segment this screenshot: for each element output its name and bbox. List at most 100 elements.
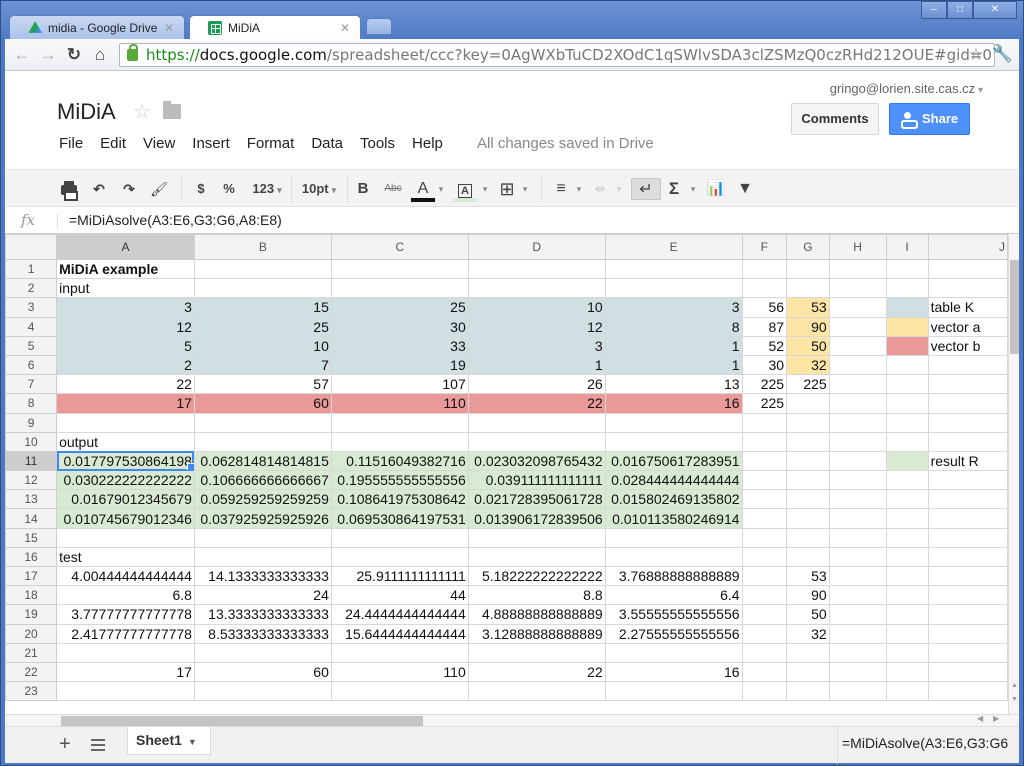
cell-h14[interactable] [828, 508, 887, 529]
cell-i14[interactable] [885, 508, 929, 529]
cell-j6[interactable] [927, 354, 1008, 376]
cell-d17[interactable]: 5.18222222222222 [467, 565, 606, 587]
wrap-text-button[interactable]: ↵ [631, 178, 661, 200]
cell-d2[interactable] [467, 278, 606, 299]
borders-button[interactable]: ⊞ [497, 178, 517, 200]
cell-e4[interactable]: 8 [604, 316, 743, 337]
cell-h8[interactable] [828, 393, 887, 414]
cell-i21[interactable] [885, 642, 929, 663]
row-header-7[interactable]: 7 [5, 374, 58, 395]
row-header-2[interactable]: 2 [5, 278, 58, 299]
cell-b9[interactable] [193, 412, 332, 433]
cell-g11[interactable] [786, 450, 830, 472]
cell-d10[interactable] [467, 431, 606, 452]
cell-b5[interactable]: 10 [193, 335, 332, 356]
cell-a9[interactable] [56, 412, 195, 433]
cell-f3[interactable]: 56 [741, 297, 788, 318]
cell-i13[interactable] [885, 489, 929, 510]
cell-e11[interactable]: 0.016750617283951 [604, 450, 743, 472]
cell-g13[interactable] [786, 489, 830, 510]
cell-h15[interactable] [828, 527, 887, 548]
cell-h3[interactable] [828, 297, 887, 318]
cell-i3[interactable] [885, 297, 929, 318]
cell-d14[interactable]: 0.013906172839506 [467, 508, 606, 529]
cell-h19[interactable] [828, 604, 887, 625]
row-header-14[interactable]: 14 [5, 508, 58, 529]
row-header-3[interactable]: 3 [5, 297, 58, 318]
cell-g19[interactable]: 50 [786, 604, 830, 625]
column-header-g[interactable]: G [786, 234, 830, 260]
cell-f9[interactable] [741, 412, 788, 433]
cell-d12[interactable]: 0.039111111111111 [467, 470, 606, 491]
cell-j18[interactable] [927, 585, 1008, 606]
cell-a5[interactable]: 5 [56, 335, 195, 356]
cell-j2[interactable] [927, 278, 1008, 299]
bookmark-star-icon[interactable]: ☆ [965, 45, 987, 65]
horizontal-scroll-thumb[interactable] [61, 716, 423, 726]
row-header-8[interactable]: 8 [5, 393, 58, 414]
account-menu[interactable]: gringo@lorien.site.cas.cz [830, 81, 983, 96]
cell-j21[interactable] [927, 642, 1008, 663]
cell-a14[interactable]: 0.010745679012346 [56, 508, 195, 529]
row-header-1[interactable]: 1 [5, 258, 58, 280]
cell-c22[interactable]: 110 [330, 661, 469, 683]
cell-i17[interactable] [885, 565, 929, 587]
cell-c10[interactable] [330, 431, 469, 452]
cell-b8[interactable]: 60 [193, 393, 332, 414]
cell-c3[interactable]: 25 [330, 297, 469, 318]
vertical-scrollbar[interactable]: ▲ ▼ [1008, 234, 1019, 714]
cell-i6[interactable] [885, 354, 929, 376]
percent-format-button[interactable]: % [221, 178, 237, 200]
cell-f14[interactable] [741, 508, 788, 529]
cell-d5[interactable]: 3 [467, 335, 606, 356]
cell-e22[interactable]: 16 [604, 661, 743, 683]
cell-c15[interactable] [330, 527, 469, 548]
cell-b1[interactable] [193, 258, 332, 280]
cell-j17[interactable] [927, 565, 1008, 587]
cell-j9[interactable] [927, 412, 1008, 433]
text-color-dropdown[interactable]: ▾ [437, 178, 445, 200]
cell-b4[interactable]: 25 [193, 316, 332, 337]
cell-a3[interactable]: 3 [56, 297, 195, 318]
cell-f22[interactable] [741, 661, 788, 683]
cell-c6[interactable]: 19 [330, 354, 469, 376]
cell-b6[interactable]: 7 [193, 354, 332, 376]
cell-d23[interactable] [467, 681, 606, 702]
cell-b21[interactable] [193, 642, 332, 663]
cell-b3[interactable]: 15 [193, 297, 332, 318]
cell-e17[interactable]: 3.76888888888889 [604, 565, 743, 587]
cell-e6[interactable]: 1 [604, 354, 743, 376]
cell-i20[interactable] [885, 623, 929, 644]
redo-button[interactable]: ↷ [119, 178, 139, 200]
close-window-button[interactable]: ✕ [973, 1, 1017, 19]
cell-c21[interactable] [330, 642, 469, 663]
strikethrough-button[interactable]: Abc [381, 178, 405, 200]
cell-d18[interactable]: 8.8 [467, 585, 606, 606]
row-header-16[interactable]: 16 [5, 546, 58, 568]
cell-i1[interactable] [885, 258, 929, 280]
align-button[interactable]: ≡ [551, 178, 571, 200]
cell-e15[interactable] [604, 527, 743, 548]
column-header-h[interactable]: H [828, 234, 887, 260]
cell-h23[interactable] [828, 681, 887, 702]
cell-a10[interactable]: output [56, 431, 195, 452]
cell-e8[interactable]: 16 [604, 393, 743, 414]
cell-i5[interactable] [885, 335, 929, 356]
row-header-10[interactable]: 10 [5, 431, 58, 452]
cell-f23[interactable] [741, 681, 788, 702]
cell-a22[interactable]: 17 [56, 661, 195, 683]
cell-f12[interactable] [741, 470, 788, 491]
cell-g14[interactable] [786, 508, 830, 529]
cell-g21[interactable] [786, 642, 830, 663]
column-header-j[interactable]: J [927, 234, 1008, 260]
row-header-18[interactable]: 18 [5, 585, 58, 606]
cell-g15[interactable] [786, 527, 830, 548]
cell-f7[interactable]: 225 [741, 374, 788, 395]
cell-f8[interactable]: 225 [741, 393, 788, 414]
row-header-9[interactable]: 9 [5, 412, 58, 433]
reload-icon[interactable]: ↻ [63, 45, 85, 65]
cell-i8[interactable] [885, 393, 929, 414]
cell-g6[interactable]: 32 [786, 354, 830, 376]
row-header-23[interactable]: 23 [5, 681, 58, 702]
column-header-d[interactable]: D [467, 234, 606, 260]
